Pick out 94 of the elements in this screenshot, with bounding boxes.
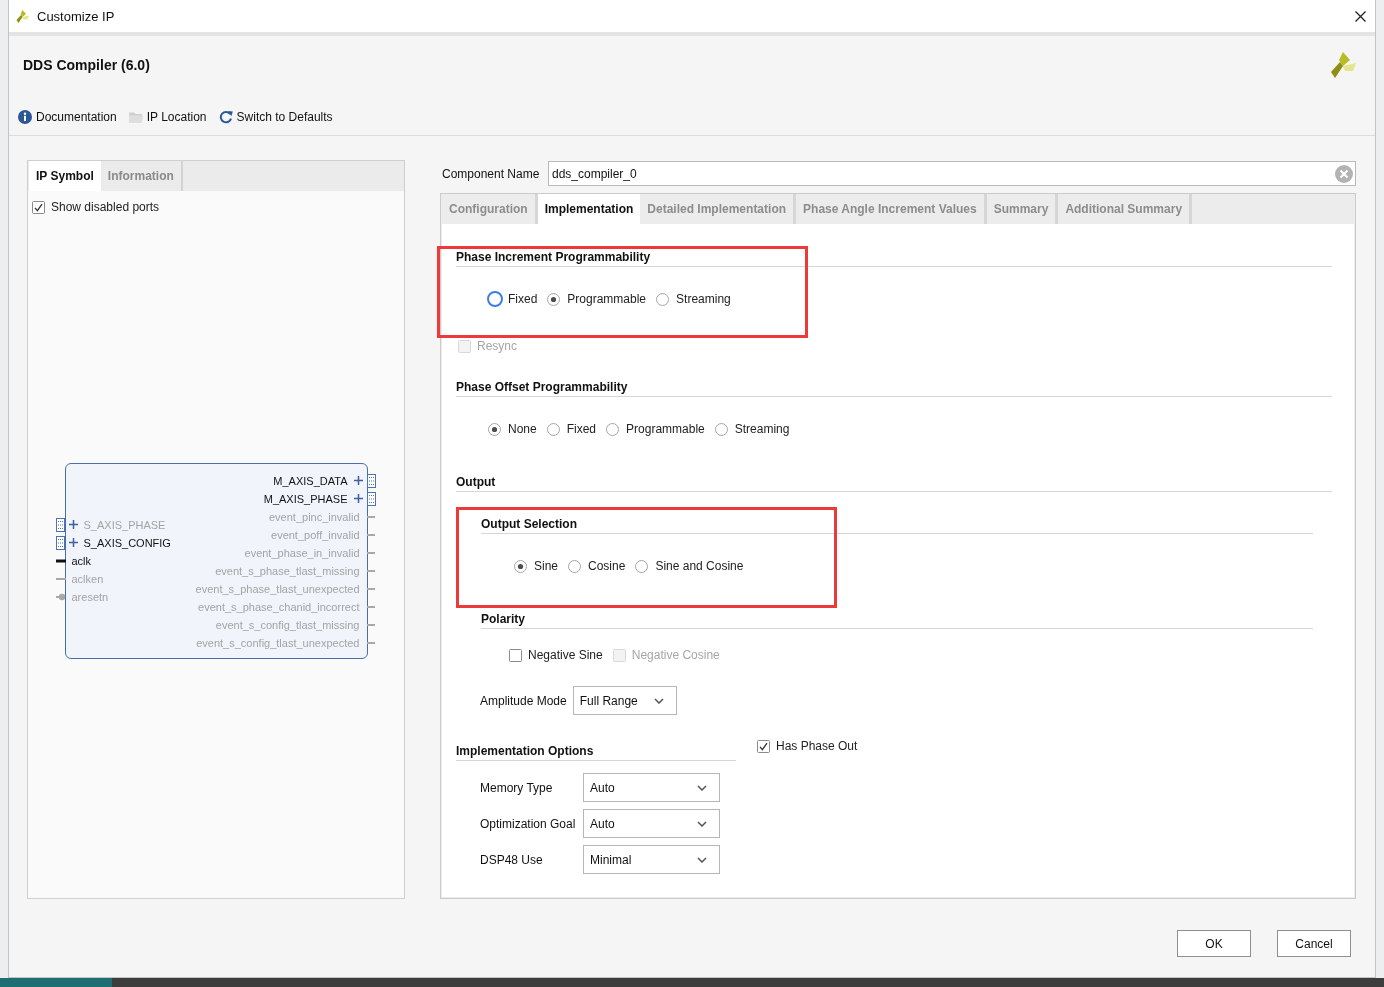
pin-line-icon — [366, 532, 375, 537]
radio-button[interactable] — [635, 559, 649, 573]
option-label: None — [508, 422, 537, 436]
port-label: S_AXIS_CONFIG — [83, 536, 171, 549]
section-title: Polarity — [481, 611, 525, 627]
option-label: Streaming — [734, 422, 790, 436]
plus-icon[interactable] — [353, 494, 363, 503]
port-label: event_s_phase_tlast_missing — [215, 564, 360, 577]
dropdown[interactable]: Minimal — [583, 845, 720, 874]
field-label: Memory Type — [480, 780, 554, 795]
port-label: event_poff_invalid — [271, 528, 360, 541]
radio-button[interactable] — [547, 292, 561, 306]
pin-line-icon — [366, 640, 375, 645]
port-label: event_pinc_invalid — [269, 510, 360, 523]
pin-line-icon — [366, 604, 375, 609]
checkbox-label: Has Phase Out — [776, 739, 858, 753]
pin-line-icon — [366, 622, 375, 627]
port-label: M_AXIS_DATA — [273, 474, 348, 487]
option-label: Cosine — [588, 559, 626, 573]
port-label: event_s_phase_tlast_unexpected — [195, 582, 360, 595]
chevron-icon — [697, 856, 707, 863]
radio-button[interactable] — [488, 422, 501, 436]
port-label: event_s_config_tlast_unexpected — [196, 636, 360, 649]
section-title: Output Selection — [481, 516, 577, 532]
section-title: Phase Increment Programmability — [456, 249, 651, 265]
clear-icon[interactable] — [1335, 164, 1353, 183]
port-label: event_s_phase_chanid_incorrect — [198, 600, 360, 613]
port-label: aclken — [71, 572, 104, 585]
pin-line-icon — [366, 586, 375, 591]
plus-icon[interactable] — [68, 538, 78, 547]
window-title: Customize IP — [37, 8, 115, 24]
info-icon — [18, 110, 32, 124]
toolbar-button[interactable]: Documentation — [18, 110, 117, 124]
dialog-button[interactable]: Cancel — [1277, 930, 1351, 957]
checkbox-label: Negative Sine — [528, 648, 603, 662]
chevron-icon — [697, 784, 707, 791]
pin-line-icon — [366, 568, 375, 573]
dialog-heading: DDS Compiler (6.0) — [23, 57, 150, 73]
dropdown[interactable]: Auto — [583, 809, 720, 838]
radio-button[interactable] — [546, 422, 560, 436]
field-label: Amplitude Mode — [480, 693, 567, 708]
refresh-icon — [218, 110, 233, 124]
port-label: M_AXIS_PHASE — [263, 492, 348, 505]
close-icon[interactable] — [1355, 10, 1366, 22]
radio-button[interactable] — [514, 559, 527, 573]
checkbox[interactable] — [32, 200, 45, 214]
option-label: Fixed — [508, 292, 538, 306]
port-label: aresetn — [71, 590, 109, 603]
port-label: aclk — [71, 554, 92, 567]
dropdown[interactable]: Auto — [583, 773, 720, 802]
circle-pin-icon — [55, 592, 66, 601]
option-label: Programmable — [626, 422, 705, 436]
text-field[interactable]: dds_compiler_0 — [548, 161, 1356, 186]
checkbox-label: Resync — [477, 339, 517, 353]
pin-line-icon — [366, 550, 375, 555]
radio-button[interactable] — [606, 422, 620, 436]
checkbox-label: Negative Cosine — [631, 648, 720, 662]
option-label: Streaming — [676, 292, 731, 306]
chevron-icon — [653, 697, 664, 704]
option-label: Programmable — [567, 292, 647, 306]
field-label: Component Name — [441, 166, 541, 181]
radio-button[interactable] — [656, 292, 670, 306]
toolbar-button[interactable]: Switch to Defaults — [218, 110, 333, 124]
radio-button[interactable] — [487, 291, 503, 307]
folder-icon — [128, 110, 143, 124]
port-label: event_phase_in_invalid — [244, 546, 360, 559]
pin-line-icon — [55, 576, 66, 581]
checkbox[interactable] — [757, 739, 770, 753]
plus-icon[interactable] — [353, 476, 363, 485]
option-label: Fixed — [566, 422, 597, 436]
dropdown[interactable]: Full Range — [572, 686, 677, 715]
checkbox[interactable] — [509, 648, 522, 662]
checkbox-label: Show disabled ports — [51, 200, 160, 214]
tab[interactable]: IP Symbol — [29, 161, 101, 191]
option-label: Sine — [534, 559, 559, 573]
logo-icon — [15, 8, 30, 24]
toolbar-button[interactable]: IP Location — [128, 110, 207, 124]
logo-icon — [1328, 50, 1358, 80]
section-title: Output — [456, 474, 496, 490]
port-label: event_s_config_tlast_missing — [215, 618, 360, 631]
field-label: Optimization Goal — [480, 816, 577, 831]
tab[interactable]: Implementation — [537, 194, 641, 224]
option-label: Sine and Cosine — [655, 559, 744, 573]
plus-icon[interactable] — [68, 520, 78, 529]
dialog-button[interactable]: OK — [1177, 930, 1251, 957]
pin-line-icon — [366, 514, 375, 519]
radio-button[interactable] — [714, 422, 728, 436]
chevron-icon — [697, 820, 707, 827]
pin-line-icon — [55, 558, 66, 563]
radio-button[interactable] — [568, 559, 582, 573]
section-title: Implementation Options — [456, 743, 594, 759]
section-title: Phase Offset Programmability — [456, 379, 628, 395]
port-label: S_AXIS_PHASE — [83, 518, 166, 531]
field-label: DSP48 Use — [480, 852, 544, 867]
